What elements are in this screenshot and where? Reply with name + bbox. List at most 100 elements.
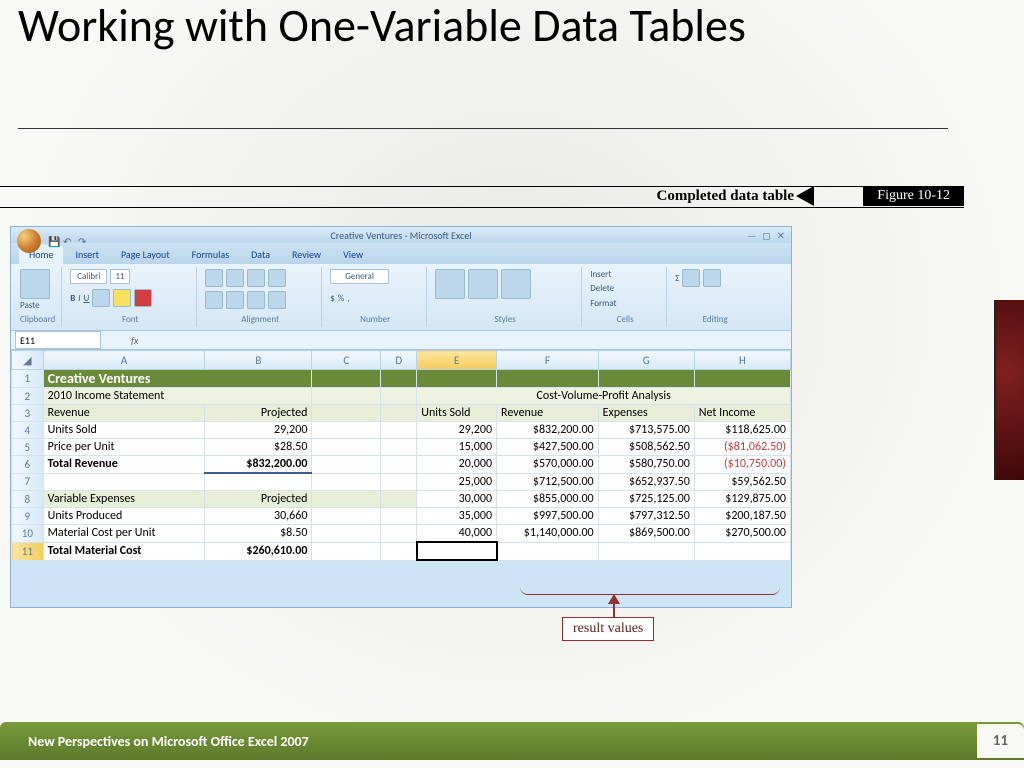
fx-icon[interactable]: fx [131,334,138,347]
tab-page-layout[interactable]: Page Layout [111,245,180,264]
align-top-icon[interactable] [205,269,223,287]
group-alignment: Alignment [199,267,322,327]
paste-icon[interactable] [20,269,50,299]
row-hdr-9[interactable]: 9 [12,508,44,525]
row-hdr-3[interactable]: 3 [12,405,44,422]
align-bottom-icon[interactable] [247,269,265,287]
ribbon-tabs: Home Insert Page Layout Formulas Data Re… [11,243,791,264]
comma-icon[interactable]: , [347,293,349,304]
row-hdr-8[interactable]: 8 [12,491,44,508]
row-hdr-10[interactable]: 10 [12,525,44,543]
window-controls: — ◻ ✕ [747,229,785,242]
title-bar: Creative Ventures - Microsoft Excel — ◻ … [11,227,791,243]
align-right-icon[interactable] [247,291,265,309]
footer-text: New Perspectives on Microsoft Office Exc… [28,733,309,750]
save-icon[interactable]: 💾 [48,235,60,247]
slide-footer: New Perspectives on Microsoft Office Exc… [0,722,1024,760]
align-left-icon[interactable] [205,291,223,309]
slide-title: Working with One-Variable Data Tables [18,0,746,53]
group-styles: Styles [429,267,582,327]
quick-access-toolbar: 💾 ↶ ↷ [17,229,90,253]
align-center-icon[interactable] [226,291,244,309]
office-button-icon[interactable] [17,229,41,253]
conditional-formatting-icon[interactable] [435,269,465,299]
tab-view[interactable]: View [333,245,373,264]
font-color-icon[interactable] [134,289,152,307]
insert-cells-button[interactable]: Insert [590,269,660,280]
redo-icon[interactable]: ↷ [78,235,90,247]
group-editing: Σ Editing [669,267,761,327]
cell-subtitle[interactable]: 2010 Income Statement [43,388,312,405]
col-hdr-h[interactable]: H [694,351,790,370]
cell-styles-icon[interactable] [501,269,531,299]
font-size-input[interactable]: 11 [110,269,129,284]
group-label-styles: Styles [435,314,575,325]
number-format-input[interactable]: General [330,269,389,284]
delete-cells-button[interactable]: Delete [590,283,660,294]
group-label-clipboard: Clipboard [20,314,55,325]
row-hdr-5[interactable]: 5 [12,439,44,456]
percent-icon[interactable]: % [338,293,344,304]
group-label-alignment: Alignment [205,314,315,325]
fill-color-icon[interactable] [113,289,131,307]
find-select-icon[interactable] [703,269,721,287]
row-hdr-6[interactable]: 6 [12,456,44,474]
title-underline [18,128,948,129]
row-hdr-7[interactable]: 7 [12,473,44,491]
col-hdr-f[interactable]: F [497,351,599,370]
side-decoration [994,300,1024,480]
currency-icon[interactable]: $ [330,293,335,304]
maximize-icon[interactable]: ◻ [762,229,770,242]
group-number: General $%, Number [324,267,427,327]
align-mid-icon[interactable] [226,269,244,287]
callout-line [613,604,615,618]
figure-caption: Completed data table [657,186,795,206]
orientation-icon[interactable] [268,269,286,287]
window-title: Creative Ventures - Microsoft Excel [330,229,471,242]
col-hdr-a[interactable]: A [43,351,205,370]
row-hdr-11[interactable]: 11 [12,542,44,560]
paste-label: Paste [20,300,55,311]
font-name-input[interactable]: Calibri [70,269,107,284]
row-hdr-2[interactable]: 2 [12,388,44,405]
col-hdr-d[interactable]: D [381,351,417,370]
tab-data[interactable]: Data [241,245,280,264]
brace-icon [520,582,780,595]
group-font: Calibri 11 B I U Font [64,267,197,327]
cell-title[interactable]: Creative Ventures [43,370,312,388]
italic-icon[interactable]: I [78,293,80,304]
col-hdr-g[interactable]: G [598,351,694,370]
format-cells-button[interactable]: Format [590,298,660,309]
excel-window: 💾 ↶ ↷ Creative Ventures - Microsoft Exce… [10,226,792,608]
group-label-cells: Cells [590,314,660,325]
footer-page-number: 11 [977,724,1024,758]
figure-arrow-icon [796,186,814,206]
col-hdr-e[interactable]: E [417,351,497,370]
row-hdr-1[interactable]: 1 [12,370,44,388]
format-as-table-icon[interactable] [468,269,498,299]
sort-filter-icon[interactable] [682,269,700,287]
spreadsheet-grid[interactable]: ◢ A B C D E F G H 1Creative Ventures 220… [11,350,791,561]
border-icon[interactable] [92,289,110,307]
selected-cell-e11[interactable] [417,542,497,560]
row-hdr-4[interactable]: 4 [12,422,44,439]
autosum-icon[interactable]: Σ [675,273,679,284]
underline-icon[interactable]: U [84,293,90,304]
group-clipboard: Paste Clipboard [14,267,62,327]
minimize-icon[interactable]: — [747,229,756,242]
select-all-corner[interactable]: ◢ [12,351,44,370]
col-hdr-c[interactable]: C [312,351,381,370]
indent-icon[interactable] [268,291,286,309]
callout-result-values: result values [562,617,654,641]
close-icon[interactable]: ✕ [777,229,785,242]
tab-review[interactable]: Review [282,245,331,264]
ribbon: Paste Clipboard Calibri 11 B I U Font Al… [11,264,791,331]
cell-cvp-title[interactable]: Cost-Volume-Profit Analysis [417,388,791,405]
figure-bar [0,186,964,208]
col-hdr-b[interactable]: B [205,351,312,370]
tab-formulas[interactable]: Formulas [182,245,239,264]
bold-icon[interactable]: B [70,293,75,304]
name-box[interactable]: E11 [15,331,101,349]
undo-icon[interactable]: ↶ [63,235,75,247]
formula-bar: E11 fx [11,331,791,350]
